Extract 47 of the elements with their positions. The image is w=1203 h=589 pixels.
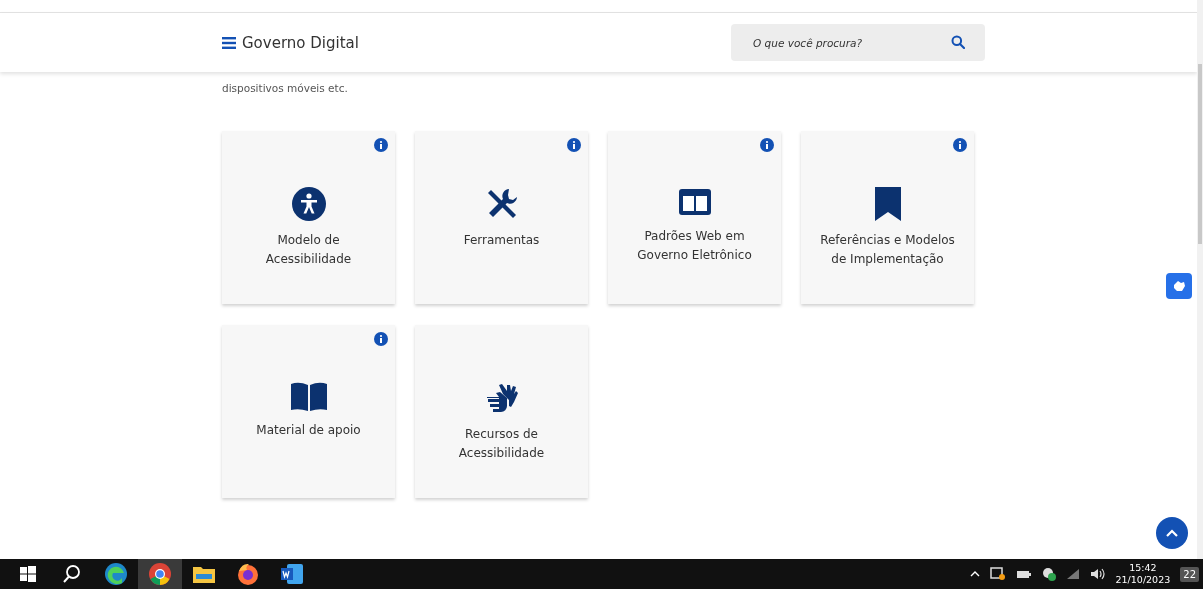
search-icon[interactable]	[63, 565, 81, 583]
card-label: Modelo de Acessibilidade	[264, 232, 353, 268]
card-label: Material de apoio	[255, 422, 362, 439]
card-label: Ferramentas	[462, 232, 541, 249]
accessibility-icon	[291, 187, 326, 221]
accessibility-widget-button[interactable]	[1166, 273, 1192, 299]
columns-icon	[677, 187, 712, 217]
info-icon[interactable]	[567, 138, 581, 152]
caret-up-icon[interactable]	[969, 571, 980, 577]
battery-icon[interactable]	[1015, 569, 1032, 579]
clock-time[interactable]: 15:42	[1129, 562, 1157, 574]
chevron-up-icon	[1166, 529, 1178, 537]
search-icon[interactable]	[951, 35, 965, 49]
category-card[interactable]: Referências e Modelos de Implementação	[801, 131, 974, 304]
security-shield-icon[interactable]	[1041, 567, 1056, 581]
firefox-browser-icon[interactable]	[237, 563, 259, 585]
card-label: Padrões Web em Governo Eletrônico	[636, 228, 753, 264]
speaker-icon[interactable]	[1089, 568, 1106, 580]
bookmark-icon	[874, 187, 901, 221]
edge-browser-icon[interactable]	[105, 563, 127, 585]
back-to-top-button[interactable]	[1156, 517, 1188, 549]
word-app-icon[interactable]	[281, 564, 303, 584]
scrollbar-thumb[interactable]	[1198, 64, 1202, 244]
category-card[interactable]: Modelo de Acessibilidade	[222, 131, 395, 304]
site-title[interactable]: Governo Digital	[242, 33, 359, 52]
card-label: Recursos de Acessibilidade	[457, 426, 546, 462]
info-icon[interactable]	[953, 138, 967, 152]
menu-icon[interactable]	[222, 36, 236, 49]
search-field[interactable]: O que você procura?	[731, 24, 985, 61]
info-icon[interactable]	[374, 332, 388, 346]
folder-icon[interactable]	[193, 565, 215, 583]
chrome-browser-icon[interactable]	[149, 563, 171, 585]
intro-text: dispositivos móveis etc.	[222, 81, 349, 95]
windows-start-icon[interactable]	[20, 566, 36, 582]
clock-date[interactable]: 21/10/2023	[1115, 574, 1171, 586]
device-status-icon[interactable]	[989, 567, 1006, 581]
category-card[interactable]: Ferramentas	[415, 131, 588, 304]
info-icon[interactable]	[374, 138, 388, 152]
book-icon	[289, 381, 328, 411]
category-card[interactable]: Padrões Web em Governo Eletrônico	[608, 131, 781, 304]
info-icon[interactable]	[760, 138, 774, 152]
notification-button[interactable]: 22	[1180, 566, 1199, 582]
card-label: Referências e Modelos de Implementação	[819, 232, 956, 268]
sign-language-icon	[484, 381, 519, 415]
wifi-icon[interactable]	[1065, 568, 1080, 580]
category-card[interactable]: Recursos de Acessibilidade	[415, 325, 588, 498]
category-card[interactable]: Material de apoio	[222, 325, 395, 498]
